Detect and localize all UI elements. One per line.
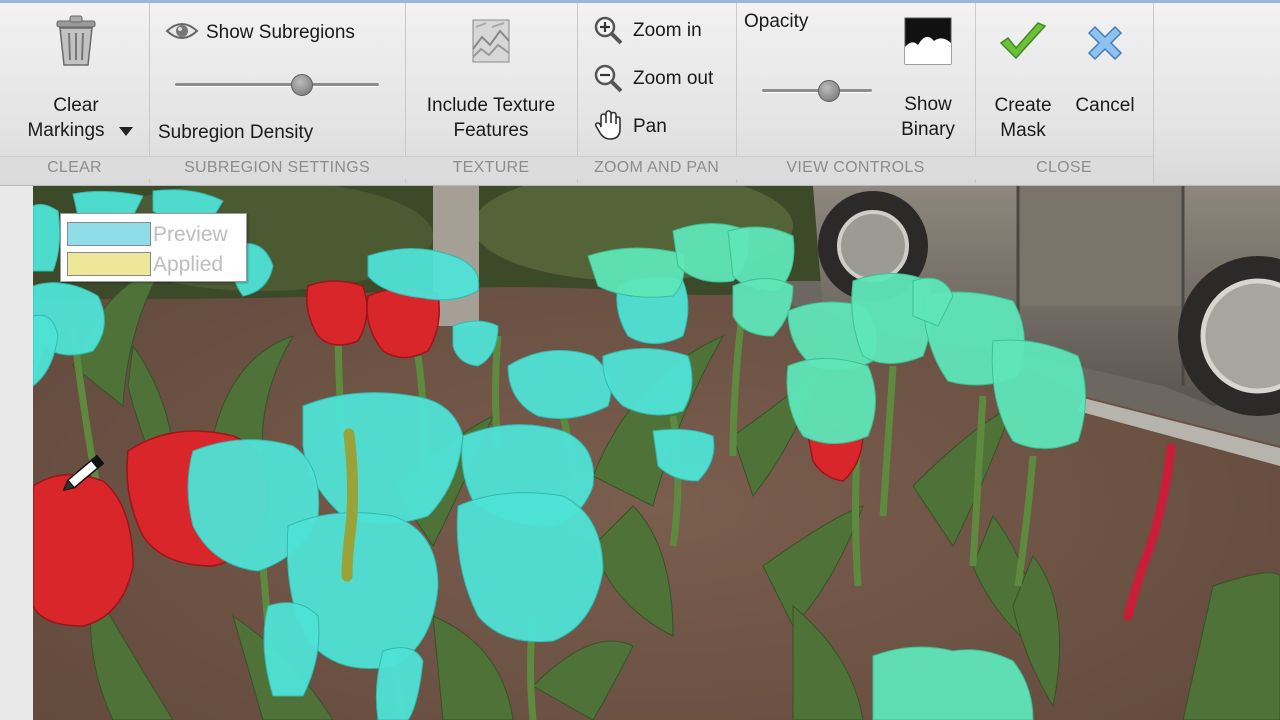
binary-mask-icon [904,17,952,65]
cancel-label: Cancel [1075,95,1135,116]
zoom-in-button[interactable]: Zoom in [591,13,731,47]
group-label-subregion: SUBREGION SETTINGS [149,156,405,179]
pan-label: Pan [633,116,667,137]
applied-swatch [67,252,151,276]
clear-label-line2: Markings [27,120,105,141]
applied-legend-text: Applied [153,253,224,276]
show-subregions-label: Show Subregions [206,22,355,43]
yellow-foreground-marking [341,428,359,582]
pan-button[interactable]: Pan [591,109,731,143]
left-panel-strip [0,186,33,720]
group-texture: Include Texture Features TEXTURE [405,3,578,183]
create-mask-button[interactable]: Create Mask [983,7,1063,147]
group-close: Create Mask Cancel CLOSE [975,3,1154,183]
texture-label-line2: Features [453,120,529,141]
density-slider-track [175,83,379,86]
pan-hand-icon [594,110,621,140]
create-mask-line2: Mask [1000,120,1046,141]
toolstrip-ribbon: Clear Markings CLEAR Show Subregions Sub… [0,0,1280,186]
subregion-density-label: Subregion Density [158,122,314,143]
group-subregion-settings: Show Subregions Subregion Density SUBREG… [149,3,406,183]
trash-icon [56,15,96,66]
show-subregions-toggle[interactable]: Show Subregions [163,15,383,49]
group-label-zoom: ZOOM AND PAN [577,156,736,179]
subregion-density-slider[interactable] [175,73,381,97]
binary-label-line1: Show [904,94,952,115]
opacity-slider-thumb[interactable] [818,80,840,102]
zoom-out-label: Zoom out [633,68,714,89]
opacity-slider-track [762,89,872,92]
opacity-label: Opacity [744,11,809,32]
show-binary-button[interactable]: Show Binary [886,7,970,147]
zoom-in-label: Zoom in [633,20,702,41]
create-mask-line1: Create [994,95,1052,116]
dropdown-arrow-icon[interactable] [119,127,133,137]
zoom-in-icon [594,16,623,45]
cancel-button[interactable]: Cancel [1067,7,1143,147]
group-clear: Clear Markings CLEAR [0,3,150,183]
group-view-controls: Opacity Show Binary VIEW CONTROLS [736,3,976,183]
group-zoom-pan: Zoom in Zoom out Pan ZOOM AND PAN [577,3,737,183]
zoom-out-button[interactable]: Zoom out [591,61,731,95]
clear-label-line1: Clear [53,95,99,116]
texture-label-line1: Include Texture [426,95,556,116]
texture-icon [472,19,510,63]
include-texture-button[interactable]: Include Texture Features [411,7,571,147]
checkmark-icon [999,22,1047,60]
group-label-clear: CLEAR [0,156,149,179]
binary-label-line2: Binary [901,119,955,140]
group-label-texture: TEXTURE [405,156,577,179]
cancel-x-icon [1087,25,1123,61]
preview-swatch [67,222,151,246]
opacity-slider[interactable] [762,79,874,103]
preview-legend-text: Preview [153,223,228,246]
eye-icon [165,23,199,39]
group-label-close: CLOSE [975,156,1153,179]
group-label-view: VIEW CONTROLS [736,156,975,179]
zoom-out-icon [594,64,623,93]
clear-markings-button[interactable]: Clear Markings [6,7,143,147]
overlay-legend: Preview Applied [60,213,247,282]
density-slider-thumb[interactable] [291,74,314,96]
